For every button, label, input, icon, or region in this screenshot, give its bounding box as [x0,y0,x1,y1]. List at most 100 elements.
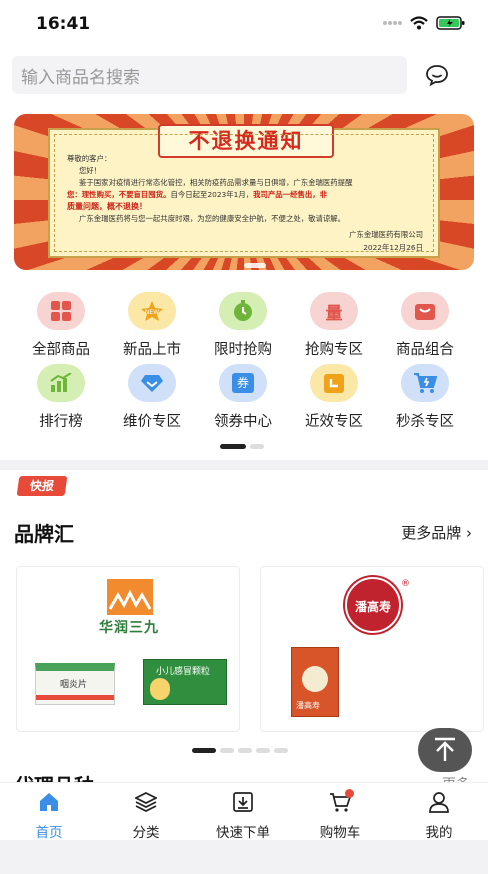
category-bundles[interactable]: 商品组合 [380,292,470,359]
brand-section-title: 品牌汇 [14,522,74,546]
product-box: 小儿感冒颗粒 [143,659,227,705]
product-label [302,666,328,692]
product-name: 咽炎片 [60,680,88,690]
chat-bubble-icon[interactable] [424,62,450,88]
search-input[interactable]: 输入商品名搜索 [12,56,407,94]
category-label: 商品组合 [396,342,454,358]
category-seckill[interactable]: 秒杀专区 [380,364,470,431]
category-label: 抢购专区 [305,342,363,358]
category-label: 近效专区 [305,414,363,430]
cart-icon [401,364,449,402]
cart-badge-dot [345,789,354,798]
tab-label: 快速下单 [216,825,270,841]
notice-line-3: 质量问题，概不退换！ [67,202,147,211]
tab-home[interactable]: 首页 [4,791,94,841]
category-ranking[interactable]: 排行榜 [16,364,106,431]
category-coupon-center[interactable]: 券 领券中心 [198,364,288,431]
wifi-icon [410,16,428,30]
tab-label: 分类 [132,825,160,841]
notice-line-2a: 您：理性购买，不要盲目囤货。 [67,190,171,199]
calendar-icon [310,364,358,402]
status-bar: 16:41 [0,0,488,48]
category-label: 全部商品 [32,342,90,358]
category-rush-buy[interactable]: 量 抢购专区 [289,292,379,359]
category-near-expiry[interactable]: 近效专区 [289,364,379,431]
search-bar: 输入商品名搜索 [0,48,488,104]
registered-mark: ® [401,579,410,589]
pangaoshou-logo: 潘高寿 [345,577,401,633]
notice-line-1: 鉴于国家对疫情进行常态化管控，相关防疫药品需求量与日俱增，广东金瑞医药提醒 [79,178,353,187]
stopwatch-icon [219,292,267,330]
coupon-icon: 券 [219,364,267,402]
grid-icon [37,292,85,330]
huarun-999-logo [107,579,153,615]
tab-cart[interactable]: 购物车 [295,789,385,841]
tab-mine[interactable]: 我的 [394,791,484,841]
status-icons [382,16,466,30]
quick-order-icon [233,792,253,812]
category-flash-sale[interactable]: 限时抢购 [198,292,288,359]
notice-line-2: 您：理性购买，不要盲目囤货。自今日起至2023年1月，我司产品一经售出，非 [67,189,425,201]
notice-line-2b: 自今日起至2023年1月， [170,190,254,199]
category-label: 领券中心 [214,414,272,430]
new-badge-icon: NEW [128,292,176,330]
product-stripe [36,695,114,700]
layers-icon [134,792,158,812]
tab-label: 购物车 [319,825,361,841]
category-label: 排行榜 [39,414,83,430]
notice-greeting: 尊敬的客户： [67,154,112,163]
category-label: 限时抢购 [214,342,272,358]
category-label: 秒杀专区 [396,414,454,430]
banner-slide[interactable]: 不退换通知 尊敬的客户： 您好！ 鉴于国家对疫情进行常态化管控，相关防疫药品需求… [14,114,474,270]
pager-dot [220,748,234,753]
status-time: 16:41 [36,14,91,34]
brand-section: 品牌汇 更多品牌 › 华润三九 咽炎片 小儿感冒颗粒 潘高寿 ® 潘高寿 [0,508,488,798]
news-ticker[interactable]: 快报 [0,470,488,508]
pager-dot [238,748,252,753]
quantity-icon: 量 [310,292,358,330]
pager-dot [256,748,270,753]
category-new-arrivals[interactable]: NEW 新品上市 [107,292,197,359]
pager-dot-active [220,444,246,449]
product-name: 潘高寿 [296,701,320,710]
bar-chart-icon [37,364,85,402]
notice-hello: 您好！ [79,166,102,175]
brand-name: 潘高寿 [354,600,391,614]
svg-text:NEW: NEW [145,309,159,316]
product-box: 潘高寿 [291,647,339,717]
search-placeholder: 输入商品名搜索 [21,67,140,88]
notice-body: 尊敬的客户： 您好！ 鉴于国家对疫情进行常态化管控，相关防疫药品需求量与日俱增，… [54,134,434,252]
brand-pager [192,748,288,753]
tab-quick-order[interactable]: 快速下单 [198,791,288,841]
home-icon [40,793,58,811]
category-pager [220,444,264,449]
notice-line-2c: 我司产品一经售出，非 [253,190,328,199]
category-all-products[interactable]: 全部商品 [16,292,106,359]
notice-company: 广东金瑞医药有限公司 [349,230,423,239]
brand-card[interactable]: 潘高寿 ® 潘高寿 [260,566,484,732]
more-brands-link[interactable]: 更多品牌 › [401,522,472,543]
notice-date: 2022年12月26日 [363,243,423,252]
signal-icon [383,21,402,25]
category-price-control[interactable]: 维价专区 [107,364,197,431]
tab-category[interactable]: 分类 [101,791,191,841]
product-box: 咽炎片 [35,663,115,705]
category-label: 新品上市 [123,342,181,358]
bottom-tab-bar: 首页 分类 快速下单 购物车 我的 [0,782,488,841]
battery-icon [436,16,465,30]
tab-label: 首页 [35,825,63,841]
pager-dot-active [192,748,216,753]
notice-board: 不退换通知 尊敬的客户： 您好！ 鉴于国家对疫情进行常态化管控，相关防疫药品需求… [48,124,440,258]
brand-name: 华润三九 [99,620,159,636]
pager-dot [274,748,288,753]
product-name: 小儿感冒颗粒 [156,667,211,677]
category-grid: 全部商品 NEW 新品上市 限时抢购 量 抢购专区 商品组合 排行榜 维价专区 [0,280,488,460]
banner-pager [244,263,266,268]
news-badge: 快报 [16,476,68,496]
category-label: 维价专区 [123,414,181,430]
tab-label: 我的 [425,825,453,841]
user-icon [429,792,449,813]
brand-card[interactable]: 华润三九 咽炎片 小儿感冒颗粒 [16,566,240,732]
banner-carousel: 不退换通知 尊敬的客户： 您好！ 鉴于国家对疫情进行常态化管控，相关防疫药品需求… [0,104,488,280]
back-to-top-button[interactable] [418,728,472,772]
